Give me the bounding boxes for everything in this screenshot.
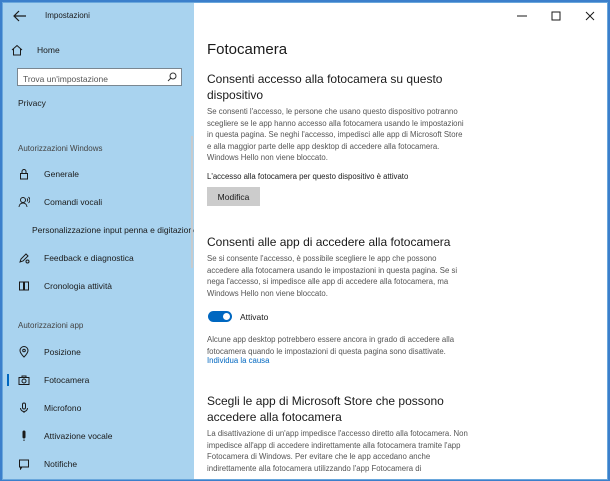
find-cause-link[interactable]: Individua la causa [207,356,269,365]
sidebar-item-label: Personalizzazione input penna e digitazi… [32,225,194,235]
window-title: Impostazioni [45,11,90,20]
voice-activation-icon [22,430,26,441]
section-heading-store-apps: Scegli le app di Microsoft Store che pos… [207,394,444,424]
modify-button[interactable]: Modifica [207,187,260,206]
sidebar-item-label: Generale [44,169,79,179]
back-arrow-icon[interactable] [13,10,27,22]
sidebar-item-generale[interactable]: Generale [3,164,194,184]
minimize-button[interactable] [505,3,539,29]
close-icon [585,11,595,21]
sidebar-item-label: Posizione [44,347,81,357]
section-description-app-access: Se si consente l'accesso, è possibile sc… [207,254,458,298]
sidebar-item-label: Feedback e diagnostica [44,253,134,263]
notification-icon [19,459,29,470]
sidebar-item-label: Notifiche [44,459,78,469]
sidebar-item-attivazione-vocale[interactable]: Attivazione vocale [3,426,194,446]
page-title: Fotocamera [207,41,288,58]
window-controls [505,3,607,29]
sidebar: Impostazioni Home Privacy Autorizzazioni… [3,3,194,479]
section-label-privacy: Privacy [18,98,46,108]
sidebar-item-label: Attivazione vocale [44,431,113,441]
minimize-icon [517,15,527,17]
section-heading-app-access: Consenti alle app di accedere alla fotoc… [207,235,451,249]
timeline-icon [19,281,29,291]
sidebar-item-feedback[interactable]: Feedback e diagnostica [3,248,194,268]
section-heading-device-access: Consenti accesso alla fotocamera su ques… [207,72,443,102]
sidebar-item-microfono[interactable]: Microfono [3,398,194,418]
search-icon[interactable] [167,72,177,82]
location-icon [19,346,29,358]
sidebar-item-comandi-vocali[interactable]: Comandi vocali [3,192,194,212]
sidebar-scrollbar[interactable] [191,136,193,268]
title-bar: Impostazioni [3,3,194,29]
sidebar-item-label: Comandi vocali [44,197,103,207]
sidebar-item-personalizzazione[interactable]: Personalizzazione input penna e digitazi… [3,220,194,240]
sidebar-item-notifiche[interactable]: Notifiche [3,454,194,474]
sidebar-item-fotocamera[interactable]: Fotocamera [3,370,194,390]
sidebar-item-home[interactable]: Home [11,41,60,59]
close-button[interactable] [573,3,607,29]
sidebar-item-cronologia[interactable]: Cronologia attività [3,276,194,296]
sidebar-item-posizione[interactable]: Posizione [3,342,194,362]
section-description-store-apps: La disattivazione di un'app impedisce l'… [207,429,468,473]
sidebar-item-label: Microfono [44,403,82,413]
desktop-apps-note: Alcune app desktop potrebbero essere anc… [207,335,455,356]
toggle-knob [223,313,230,320]
maximize-icon [551,11,561,21]
home-label: Home [37,45,60,55]
sidebar-item-label: Fotocamera [44,375,90,385]
group-label-app: Autorizzazioni app [18,321,84,330]
app-access-toggle[interactable] [208,311,232,322]
speech-person-icon [18,196,30,208]
home-icon [11,44,23,56]
maximize-button[interactable] [539,3,573,29]
microphone-icon [20,402,28,413]
group-label-windows: Autorizzazioni Windows [18,144,103,153]
search-box[interactable] [17,68,182,87]
search-input[interactable] [18,71,163,87]
device-access-status: L'accesso alla fotocamera per questo dis… [207,172,409,181]
sidebar-item-label: Cronologia attività [44,281,113,291]
lock-icon [20,169,28,180]
section-description-device-access: Se consenti l'accesso, le persone che us… [207,107,464,162]
main-content: Fotocamera Consenti accesso alla fotocam… [194,3,607,479]
settings-window: Impostazioni Home Privacy Autorizzazioni… [3,3,607,479]
feedback-icon [19,253,30,264]
toggle-state-label: Attivato [240,312,269,322]
camera-icon [18,375,30,385]
